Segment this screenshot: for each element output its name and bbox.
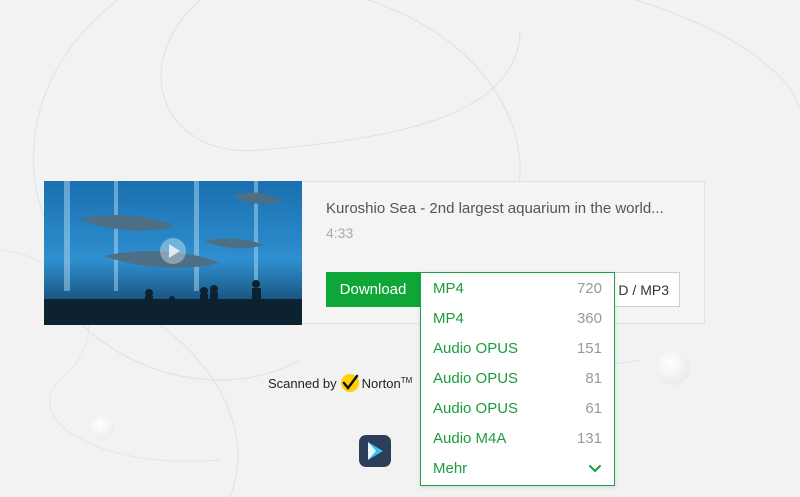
format-label: Audio OPUS — [433, 339, 519, 357]
decorative-bubble — [90, 416, 114, 440]
download-button[interactable]: Download — [326, 272, 420, 307]
format-option[interactable]: Audio OPUS 151 — [421, 333, 614, 363]
format-quality: 720 — [576, 279, 602, 297]
more-formats-option[interactable]: Mehr — [421, 453, 614, 483]
norton-tm: TM — [400, 375, 413, 385]
chevron-down-icon — [589, 465, 601, 473]
format-quality: 61 — [585, 399, 602, 417]
video-thumbnail[interactable] — [44, 181, 302, 325]
scanned-by-text: Scanned by — [268, 375, 337, 391]
format-option[interactable]: Audio OPUS 81 — [421, 363, 614, 393]
norton-check-icon — [340, 374, 359, 392]
format-option[interactable]: Audio OPUS 61 — [421, 393, 614, 423]
format-label: Audio M4A — [433, 429, 507, 447]
format-label: Audio OPUS — [433, 369, 519, 387]
format-option[interactable]: MP4 360 — [421, 303, 614, 333]
video-title[interactable]: Kuroshio Sea - 2nd largest aquarium in t… — [326, 200, 686, 217]
more-label: Mehr — [433, 459, 468, 477]
format-dropdown: MP4 720 MP4 360 Audio OPUS 151 Audio OPU… — [420, 272, 615, 486]
video-duration: 4:33 — [326, 225, 354, 241]
format-quality: 151 — [576, 339, 602, 357]
decorative-bubble — [656, 351, 690, 385]
format-option[interactable]: MP4 720 — [421, 273, 614, 303]
format-quality: 360 — [576, 309, 602, 327]
format-quality: 81 — [585, 369, 602, 387]
format-quality: 131 — [576, 429, 602, 447]
format-option[interactable]: Audio M4A 131 — [421, 423, 614, 453]
norton-badge: Scanned by Norton TM — [268, 372, 412, 394]
format-label: MP4 — [433, 279, 464, 297]
format-label: MP4 — [433, 309, 464, 327]
format-label: Audio OPUS — [433, 399, 519, 417]
app-logo-icon — [359, 435, 391, 467]
norton-brand: Norton — [361, 375, 401, 391]
